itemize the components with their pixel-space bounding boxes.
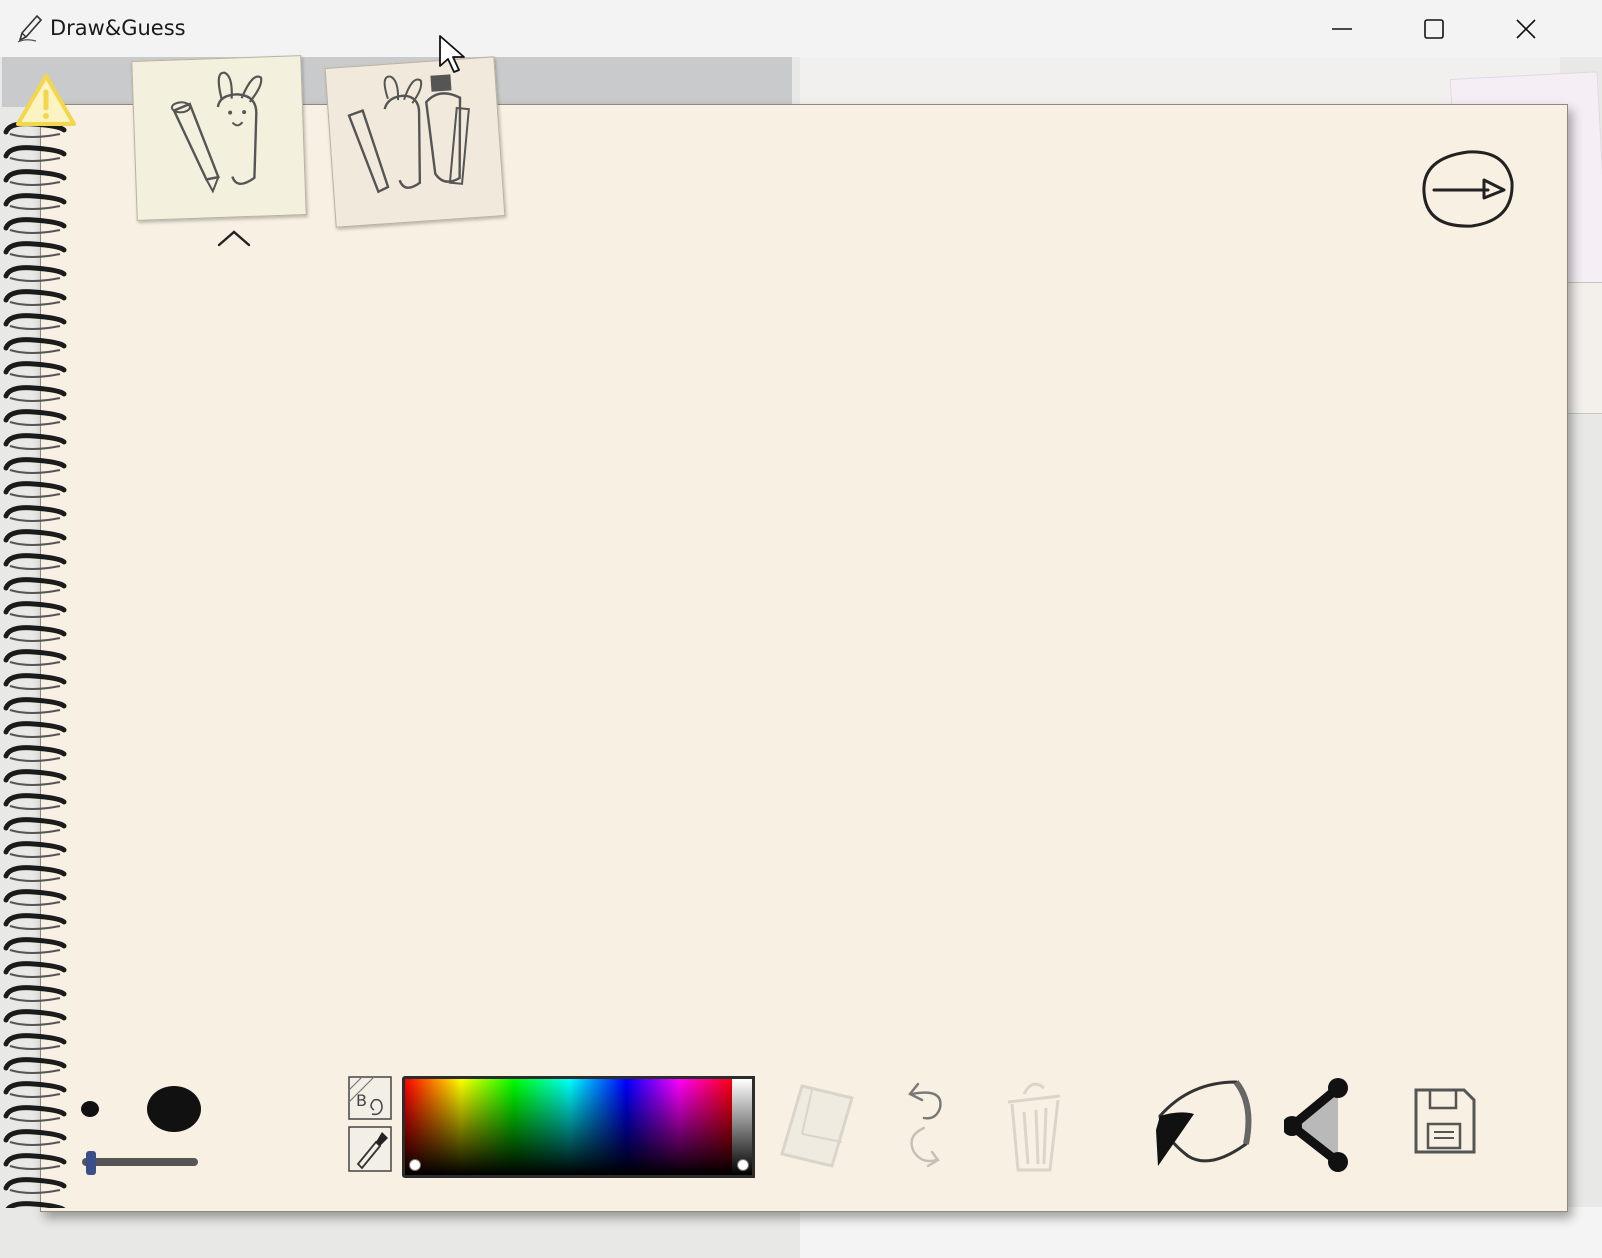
spiral-binding: [0, 118, 74, 1208]
brush-size-small-dot: [81, 1101, 99, 1117]
grayscale-selector[interactable]: [737, 1159, 749, 1171]
maximize-icon: [1424, 19, 1444, 39]
bunny-pencil-icon: [170, 71, 263, 194]
redo-button[interactable]: [904, 1122, 954, 1174]
eraser-button[interactable]: [772, 1076, 862, 1172]
pencil-icon: [17, 14, 43, 43]
eraser-icon: [780, 1084, 854, 1168]
next-button[interactable]: [1418, 148, 1518, 230]
brush-size-large-dot: [147, 1086, 201, 1132]
trash-button[interactable]: [998, 1074, 1068, 1174]
palette-selector[interactable]: [409, 1159, 421, 1171]
minimize-button[interactable]: [1296, 0, 1388, 57]
mode-card-single[interactable]: [131, 55, 307, 221]
warning-icon[interactable]: [14, 72, 78, 128]
chevron-up-icon[interactable]: [216, 228, 252, 248]
desk-paper: [800, 57, 1560, 109]
floppy-disk-icon: [1414, 1088, 1476, 1154]
maximize-button[interactable]: [1388, 0, 1480, 57]
close-icon: [1516, 19, 1536, 39]
svg-text:B: B: [356, 1091, 367, 1110]
window-title: Draw&Guess: [50, 16, 186, 40]
eyedropper-button[interactable]: [348, 1126, 392, 1172]
close-button[interactable]: [1480, 0, 1572, 57]
drawing-canvas[interactable]: [40, 104, 1568, 1212]
bunny-group-icon: [347, 74, 470, 194]
slider-handle: [86, 1151, 96, 1175]
brush-size-slider[interactable]: [80, 1148, 200, 1176]
undo-button[interactable]: [904, 1074, 954, 1128]
mouse-cursor-icon: [439, 35, 465, 73]
save-button[interactable]: [1410, 1086, 1478, 1156]
mode-card-group[interactable]: [324, 56, 506, 228]
grayscale-palette[interactable]: [732, 1076, 755, 1178]
desk-paper: [800, 1207, 1602, 1258]
redo-icon: [910, 1126, 938, 1163]
minimize-icon: [1332, 28, 1352, 30]
pen-button[interactable]: [1150, 1074, 1258, 1174]
title-bar: Draw&Guess: [0, 0, 1602, 58]
trash-icon: [1007, 1094, 1061, 1104]
background-pattern-button[interactable]: B: [348, 1076, 392, 1120]
color-palette[interactable]: [402, 1076, 738, 1178]
share-button[interactable]: [1284, 1074, 1364, 1174]
